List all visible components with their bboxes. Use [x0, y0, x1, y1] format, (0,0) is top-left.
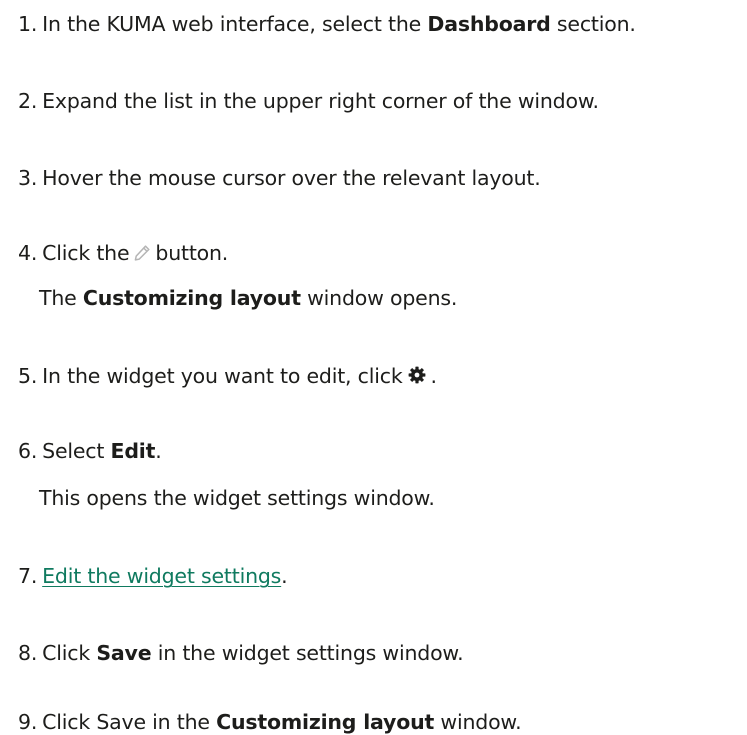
step-number: 4. — [18, 241, 38, 265]
pencil-icon — [133, 244, 151, 266]
step-6-note: This opens the widget settings window. — [39, 488, 435, 509]
step-bold: Edit — [110, 439, 156, 463]
step-7: 7. Edit the widget settings. — [18, 564, 288, 588]
step-6: 6. Select Edit. — [18, 441, 162, 462]
step-text-end: button. — [155, 241, 229, 265]
step-text: Expand the list in the upper right corne… — [42, 89, 599, 113]
step-text-end: . — [430, 364, 438, 388]
step-text-end: in the widget settings window. — [151, 641, 464, 665]
step-4: 4. Click the button. — [18, 243, 228, 266]
gear-icon — [407, 365, 427, 389]
step-text: In the KUMA web interface, select the — [42, 12, 428, 36]
step-number: 3. — [18, 166, 38, 190]
note-text: The — [39, 286, 83, 310]
step-number: 2. — [18, 89, 38, 113]
step-text: Select — [42, 439, 111, 463]
note-text: This opens the widget settings window. — [39, 486, 435, 510]
step-text-end: . — [281, 564, 288, 588]
step-text: Click — [42, 641, 97, 665]
step-number: 5. — [18, 364, 38, 388]
step-text-end: . — [155, 439, 162, 463]
step-text: In the widget you want to edit, click — [42, 364, 403, 388]
step-text-end: section. — [550, 12, 636, 36]
step-number: 6. — [18, 439, 38, 463]
step-2: 2. Expand the list in the upper right cor… — [18, 91, 599, 112]
step-number: 9. — [18, 710, 38, 734]
step-number: 8. — [18, 641, 38, 665]
step-bold: Save — [96, 641, 152, 665]
step-text-end: window. — [434, 710, 522, 734]
note-bold: Customizing layout — [82, 286, 301, 310]
step-1: 1. In the KUMA web interface, select the … — [18, 14, 636, 35]
edit-widget-settings-link[interactable]: Edit the widget settings — [42, 564, 281, 588]
step-5: 5. In the widget you want to edit, click. — [18, 365, 437, 389]
step-bold: Customizing layout — [216, 710, 435, 734]
instruction-steps: 1. In the KUMA web interface, select the … — [0, 0, 747, 735]
step-number: 7. — [18, 564, 38, 588]
step-text: Click the — [42, 241, 130, 265]
step-8: 8. Click Save in the widget settings wind… — [18, 641, 464, 665]
step-text: Hover the mouse cursor over the relevant… — [42, 166, 541, 190]
step-4-note: The Customizing layout window opens. — [39, 288, 457, 309]
step-9: 9. Click Save in the Customizing layout w… — [18, 710, 522, 734]
note-text-end: window opens. — [300, 286, 458, 310]
step-3: 3. Hover the mouse cursor over the releva… — [18, 168, 541, 189]
step-bold: Dashboard — [427, 12, 551, 36]
step-number: 1. — [18, 12, 38, 36]
step-text: Click Save in the — [42, 710, 217, 734]
